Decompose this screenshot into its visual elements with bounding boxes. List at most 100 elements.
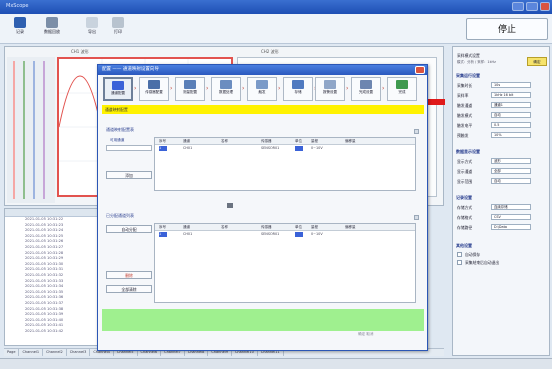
log-list: 2021-01-05 10:31:22 2021-01-05 10:31:23 20… xyxy=(5,217,97,334)
wizard-step[interactable]: 完成 xyxy=(387,77,417,101)
playback-button[interactable]: 数据回放 xyxy=(38,17,66,41)
assigned-table-header: 序号 通道 名称 传感器 单位 量程 偏移量 xyxy=(155,224,415,231)
column-header[interactable]: 传感器 xyxy=(261,139,272,144)
table-cell: SENSOR01 xyxy=(261,232,280,236)
export-button[interactable]: 导出 xyxy=(78,17,106,41)
column-header[interactable]: 序号 xyxy=(159,139,166,144)
scope-tab-1[interactable]: CH1 波形 xyxy=(65,49,89,56)
trigger-marker[interactable] xyxy=(427,99,445,105)
dialog-footer: 确定 取消 xyxy=(358,332,374,336)
collapse-icon[interactable] xyxy=(414,129,419,134)
scope-tab-2[interactable]: CH2 波形 xyxy=(255,49,279,56)
record-icon xyxy=(14,17,26,28)
available-channels-label: 可用通道 xyxy=(110,138,125,142)
wizard-step[interactable]: 测量配置 xyxy=(175,77,205,101)
autosave-label: 自动保存 xyxy=(465,252,481,257)
column-header[interactable]: 偏移量 xyxy=(345,225,356,230)
minimize-button[interactable] xyxy=(512,2,524,11)
table-row[interactable]: 1 CH01 SENSOR01 0~10V xyxy=(155,145,415,152)
setting-field[interactable]: 10% xyxy=(491,132,531,138)
mapping-table: 序号 通道 名称 传感器 单位 量程 偏移量 1 CH01 SENSOR01 0~10V xyxy=(154,137,416,191)
column-header[interactable]: 量程 xyxy=(311,139,318,144)
setting-field[interactable]: 通道1 xyxy=(491,102,531,108)
channel-tab[interactable]: Channel2 xyxy=(43,349,67,356)
setting-label: 显示通道 xyxy=(457,169,473,174)
wizard-step[interactable]: 完成设置 xyxy=(351,77,381,101)
dialog-close-button[interactable] xyxy=(415,66,425,74)
wizard-step[interactable]: 传感器配置 xyxy=(139,77,169,101)
setting-field[interactable]: 自动 xyxy=(491,178,531,184)
channel-tab[interactable]: Channel1 xyxy=(19,349,44,356)
step-label: 完成 xyxy=(398,90,406,94)
close-button[interactable] xyxy=(540,2,550,11)
add-button[interactable]: 添加 xyxy=(106,171,152,179)
setting-label: 触发通道 xyxy=(457,103,473,108)
step-label: 传感器配置 xyxy=(145,90,163,94)
setting-field[interactable]: 全部 xyxy=(491,168,531,174)
step-label: 通道配置 xyxy=(111,91,125,95)
column-header[interactable]: 名称 xyxy=(221,139,228,144)
setting-field[interactable]: 10s xyxy=(491,82,531,88)
config-dialog: 配置 —— 通道映射设置向导 通道配置 › 传感器配置 › 测量配置 › 数据处理 › 触发 › 存… xyxy=(97,64,428,351)
splitter-grip[interactable] xyxy=(227,203,233,208)
wizard-steps: 通道配置›传感器配置›测量配置›数据处理›触发›存储›报警设置›完成设置›完成 xyxy=(101,77,425,103)
step-label: 报警设置 xyxy=(323,90,337,94)
column-header[interactable]: 通道 xyxy=(183,139,190,144)
setting-field[interactable]: 自动 xyxy=(491,112,531,118)
record-button[interactable]: 记录 xyxy=(6,17,34,41)
panel-header-sub: 模式：分析 / 采样：1kHz xyxy=(457,60,496,64)
available-channels-input[interactable] xyxy=(106,145,152,151)
wizard-step[interactable]: 通道配置 xyxy=(103,77,133,101)
log-panel: 2021-01-05 10:31:22 2021-01-05 10:31:23 20… xyxy=(4,208,98,346)
table-cell: 0~10V xyxy=(311,146,323,150)
setting-field[interactable]: 波形 xyxy=(491,158,531,164)
setting-field[interactable]: CSV xyxy=(491,214,531,220)
wizard-step[interactable]: 触发 xyxy=(247,77,277,101)
column-header[interactable]: 单位 xyxy=(295,139,302,144)
channel-tab[interactable]: Channel3 xyxy=(67,349,91,356)
step-icon xyxy=(256,80,268,89)
step-icon xyxy=(184,80,196,89)
step-icon xyxy=(360,80,372,89)
autosave-checkbox[interactable] xyxy=(457,252,462,257)
step-icon xyxy=(292,80,304,89)
stop-button[interactable]: 停止 xyxy=(466,18,548,40)
autoexit-label: 采集结束后自动退出 xyxy=(465,260,500,265)
setting-label: 采样率 xyxy=(457,93,469,98)
apply-button[interactable]: 确定 xyxy=(527,57,547,66)
column-header[interactable]: 名称 xyxy=(221,225,228,230)
auto-assign-button[interactable]: 自动分配 xyxy=(106,225,152,233)
column-header[interactable]: 通道 xyxy=(183,225,190,230)
clear-all-button[interactable]: 全部清除 xyxy=(106,285,152,293)
print-button[interactable]: 打印 xyxy=(104,17,132,41)
table-row[interactable]: 1 CH01 SENSOR01 0~10V xyxy=(155,231,415,238)
log-row[interactable]: 2021-01-05 10:31:42 xyxy=(5,329,97,335)
dialog-titlebar: 配置 —— 通道映射设置向导 xyxy=(98,65,427,75)
section-run: 采集运行设置 xyxy=(456,73,480,78)
column-header[interactable]: 偏移量 xyxy=(345,139,356,144)
playback-icon xyxy=(46,17,58,28)
step-label: 完成设置 xyxy=(359,90,373,94)
wizard-step[interactable]: 存储 xyxy=(283,77,313,101)
setting-field[interactable]: 0.5 xyxy=(491,122,531,128)
remove-button[interactable]: 删除 xyxy=(106,271,152,279)
column-header[interactable]: 传感器 xyxy=(261,225,272,230)
step-label: 触发 xyxy=(258,90,266,94)
wizard-step[interactable]: 报警设置 xyxy=(315,77,345,101)
setting-field[interactable]: 连续存储 xyxy=(491,204,531,210)
table-cell: 1 xyxy=(159,146,167,151)
wizard-step[interactable]: 数据处理 xyxy=(211,77,241,101)
setting-field[interactable]: 1kHz 16 bit xyxy=(491,92,531,98)
table-cell: CH01 xyxy=(183,232,193,236)
collapse-icon-2[interactable] xyxy=(414,215,419,220)
table-cell: SENSOR01 xyxy=(261,146,280,150)
maximize-button[interactable] xyxy=(526,2,538,11)
column-header[interactable]: 量程 xyxy=(311,225,318,230)
main-toolbar: 记录 数据回放 导出 打印 停止 xyxy=(0,14,552,44)
setting-field[interactable]: D:\Data xyxy=(491,224,531,230)
column-header[interactable]: 序号 xyxy=(159,225,166,230)
autoexit-checkbox[interactable] xyxy=(457,260,462,265)
y-scale-4 xyxy=(43,61,45,199)
channel-tab[interactable]: Page xyxy=(4,349,20,356)
column-header[interactable]: 单位 xyxy=(295,225,302,230)
